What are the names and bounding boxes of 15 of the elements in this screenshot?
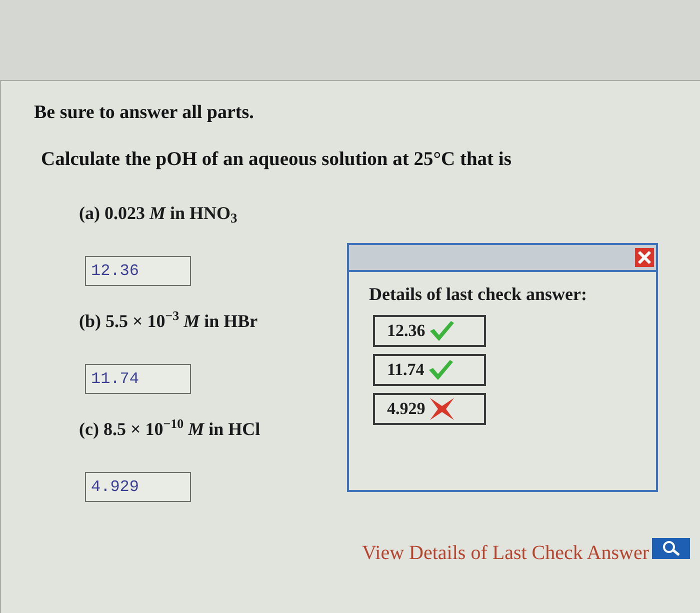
part-text: (c) 8.5 × 10$^{−10}$ M in HCl: [79, 416, 260, 441]
part-text: (a) 0.023 M in HNO$_{3}$: [79, 202, 238, 226]
instruction-text: Be sure to answer all parts.: [34, 102, 254, 124]
part-text: (b) 5.5 × 10$^{−3}$ M in HBr: [79, 308, 258, 333]
answer-field[interactable]: 4.929: [85, 472, 191, 502]
question-text: Calculate the pOH of an aqueous solution at 25°C that is: [41, 148, 512, 172]
result-value: 11.74: [387, 360, 424, 380]
result-value: 12.36: [387, 321, 426, 341]
result-value: 4.929: [387, 399, 426, 419]
dialog-heading: Details of last check answer:: [369, 283, 587, 306]
view-details-link[interactable]: View Details of Last Check Answer: [362, 540, 649, 564]
answer-field[interactable]: 11.74: [85, 364, 191, 394]
search-icon[interactable]: [652, 538, 690, 559]
close-icon[interactable]: [635, 248, 654, 267]
answer-field[interactable]: 12.36: [85, 256, 191, 286]
